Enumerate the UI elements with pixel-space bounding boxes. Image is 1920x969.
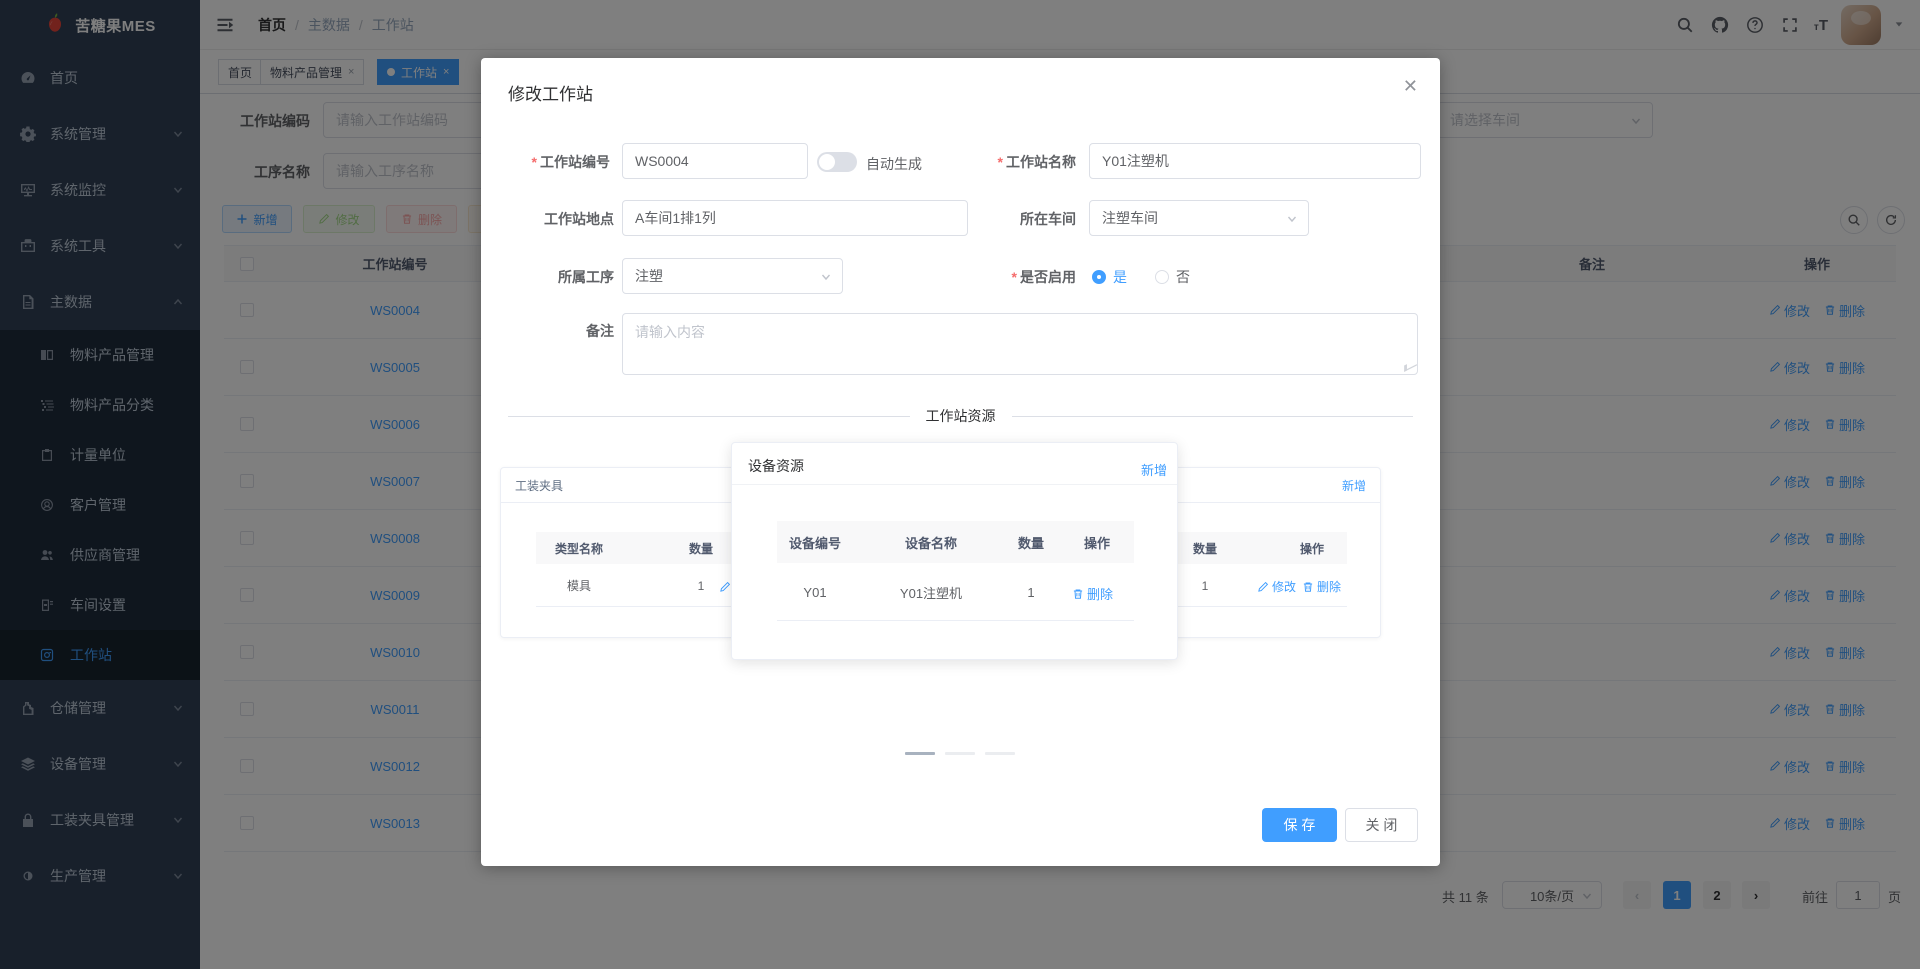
location-label: 工作站地点 [544, 211, 614, 227]
radio-dot [1092, 270, 1106, 284]
toggle-knob [819, 154, 835, 170]
col-qty: 数量 [1017, 535, 1044, 551]
remark-textarea[interactable] [622, 313, 1418, 375]
right-delete-link[interactable]: 删除 [1302, 578, 1341, 595]
col-action: 操作 [1083, 535, 1110, 551]
radio-dot [1155, 270, 1169, 284]
device-card-title: 设备资源 [748, 458, 804, 474]
col-qty: 数量 [1192, 541, 1217, 556]
remark-label: 备注 [586, 323, 614, 339]
device-table-row: Y01 Y01注塑机 1 删除 [777, 563, 1134, 621]
name-input[interactable] [1089, 143, 1421, 179]
auto-generate-toggle[interactable] [817, 152, 857, 172]
divider-label: 工作站资源 [909, 408, 1012, 425]
radio-no[interactable]: 否 [1155, 267, 1190, 287]
carousel-indicator-1[interactable] [905, 752, 935, 755]
col-qty: 数量 [688, 541, 713, 556]
radio-no-label: 否 [1176, 269, 1190, 285]
col-type: 类型名称 [554, 541, 603, 556]
device-card-add-link[interactable]: 新增 [1141, 460, 1167, 479]
device-code-cell: Y01 [803, 584, 827, 600]
col-device-code: 设备编号 [788, 535, 841, 551]
code-input[interactable] [622, 143, 808, 179]
radio-yes[interactable]: 是 [1092, 267, 1127, 287]
code-label: * 工作站编号 [531, 154, 610, 170]
process-label: 所属工序 [558, 269, 614, 285]
right-edit-link[interactable]: 修改 [1257, 578, 1296, 595]
device-card-header: 设备资源 新增 [732, 443, 1177, 485]
qty-cell: 1 [1027, 584, 1035, 600]
right-card-add-link[interactable]: 新增 [1342, 477, 1366, 494]
chevron-down-icon [820, 271, 832, 283]
enabled-radio-group: 是 否 [1092, 267, 1190, 287]
save-button[interactable]: 保 存 [1262, 808, 1337, 842]
edit-workstation-modal: 修改工作站 ✕ *工作站编号 自动生成 *工作站名称 工作站地点 所在车间 注塑… [481, 58, 1440, 866]
carousel-indicator-2[interactable] [945, 752, 975, 755]
modal-title: 修改工作站 [508, 85, 593, 104]
device-delete-link[interactable]: 删除 [1072, 584, 1113, 603]
col-action: 操作 [1299, 541, 1324, 556]
device-resource-card: 设备资源 新增 设备编号 设备名称 数量 操作 Y01 Y01注塑机 1 删除 [731, 442, 1178, 660]
radio-yes-label: 是 [1113, 269, 1127, 285]
workshop-select-value: 注塑车间 [1102, 210, 1158, 226]
page: 苦糖果MES 首页 系统管理 系统监控 系统工具 [0, 0, 1920, 969]
qty-cell: 1 [1201, 578, 1209, 593]
close-button[interactable]: 关 闭 [1345, 808, 1418, 842]
fixture-type-cell: 模具 [566, 579, 591, 593]
workshop-label: 所在车间 [1020, 211, 1076, 227]
col-device-name: 设备名称 [904, 535, 957, 551]
device-table-header: 设备编号 设备名称 数量 操作 [777, 521, 1134, 563]
close-icon[interactable]: ✕ [1403, 76, 1418, 96]
process-select-value: 注塑 [635, 268, 663, 284]
chevron-down-icon [1286, 213, 1298, 225]
process-select[interactable]: 注塑 [622, 258, 843, 294]
fixture-card-title: 工装夹具 [515, 479, 564, 493]
carousel-indicator-3[interactable] [985, 752, 1015, 755]
name-label: * 工作站名称 [997, 154, 1076, 170]
enabled-label: * 是否启用 [1011, 269, 1076, 285]
device-name-cell: Y01注塑机 [899, 585, 963, 601]
workshop-select[interactable]: 注塑车间 [1089, 200, 1309, 236]
